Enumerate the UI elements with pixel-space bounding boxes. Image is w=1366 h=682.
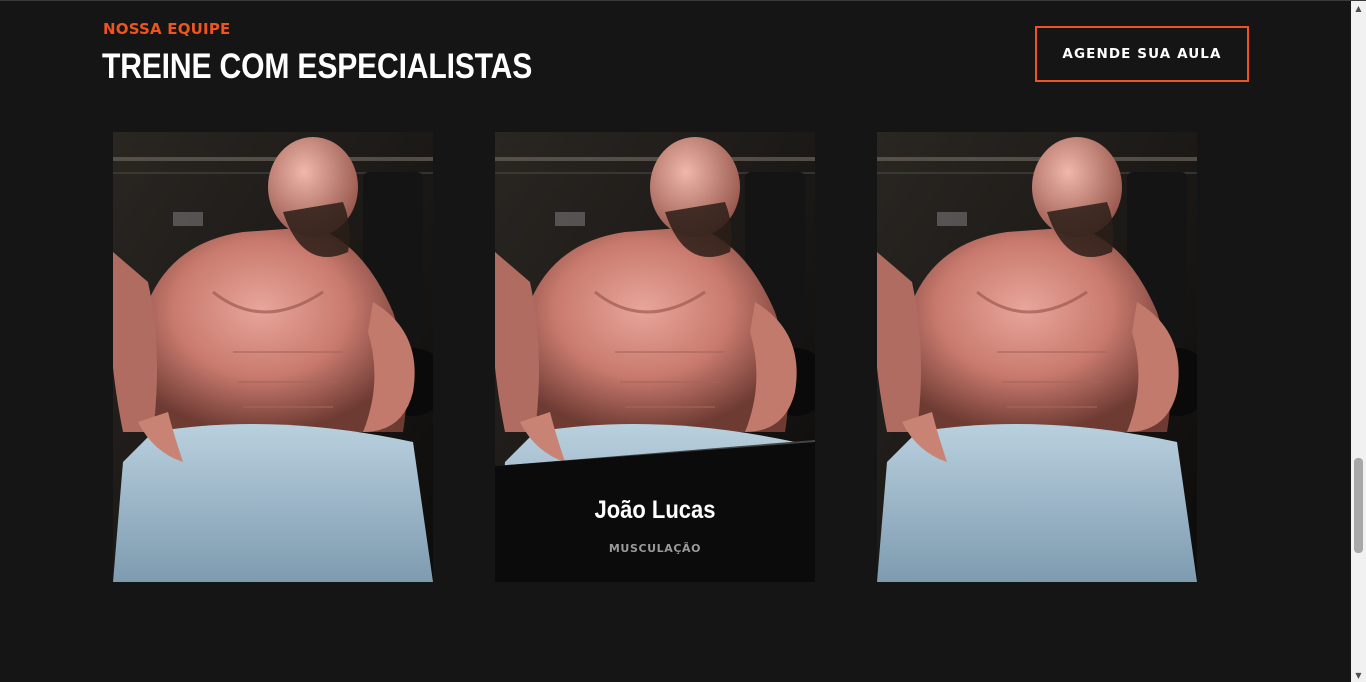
- trainer-card-1[interactable]: [113, 132, 433, 582]
- section-title: TREINE COM ESPECIALISTAS: [102, 47, 533, 86]
- trainer-card-3[interactable]: [877, 132, 1197, 582]
- page-scrollbar[interactable]: ▲ ▼: [1351, 1, 1366, 682]
- scroll-down-arrow-icon[interactable]: ▼: [1351, 668, 1366, 682]
- trainer-photo: [877, 132, 1197, 582]
- section-kicker: NOSSA EQUIPE: [103, 20, 231, 38]
- trainer-card-2[interactable]: João Lucas MUSCULAÇÃO: [495, 132, 815, 582]
- trainer-name: João Lucas: [594, 496, 716, 524]
- scroll-thumb[interactable]: [1354, 458, 1363, 553]
- team-section: NOSSA EQUIPE TREINE COM ESPECIALISTAS AG…: [0, 0, 1366, 682]
- trainer-role: MUSCULAÇÃO: [608, 542, 702, 555]
- scroll-up-arrow-icon[interactable]: ▲: [1351, 1, 1366, 16]
- trainer-photo: [113, 132, 433, 582]
- schedule-class-button[interactable]: AGENDE SUA AULA: [1035, 26, 1249, 82]
